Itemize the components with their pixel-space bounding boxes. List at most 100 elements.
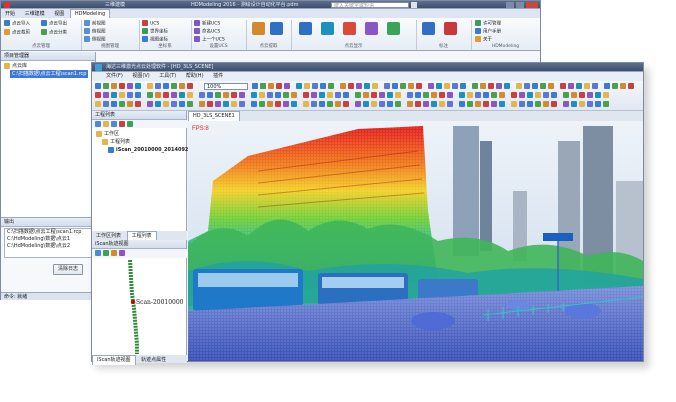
tree-node-workspace[interactable]: 工作区	[96, 130, 119, 138]
toolbar-button[interactable]	[560, 83, 566, 89]
toolbar-button[interactable]	[467, 92, 473, 98]
toolbar-button[interactable]	[431, 92, 437, 98]
toolbar-button[interactable]	[363, 92, 369, 98]
toolbar-button[interactable]	[187, 92, 193, 98]
tab-trajectory-view[interactable]: iScan轨迹视图	[92, 355, 136, 365]
toolbar-button[interactable]	[395, 101, 401, 107]
toolbar-button[interactable]	[387, 92, 393, 98]
toolbar-button[interactable]	[179, 101, 185, 107]
toolbar-button[interactable]	[311, 101, 317, 107]
tab-trajectory-props[interactable]: 轨迹点属性	[137, 356, 170, 365]
toolbar-button[interactable]	[311, 92, 317, 98]
toolbar-button[interactable]	[267, 92, 273, 98]
trajectory-map[interactable]: Scan-20010000	[92, 258, 187, 355]
ribbon-item[interactable]: 世界坐标	[142, 28, 168, 36]
toolbar-button[interactable]	[259, 101, 265, 107]
toolbar-button[interactable]	[415, 101, 421, 107]
menu-help[interactable]: 帮助(H)	[182, 72, 208, 81]
ribbon-item[interactable]: 新建UCS	[194, 20, 220, 28]
tree-node-projects[interactable]: 工程列表	[102, 138, 130, 146]
toolbar-button[interactable]	[436, 83, 442, 89]
extract-icon[interactable]	[252, 22, 265, 35]
toolbar-button[interactable]	[127, 83, 133, 89]
toolbar-button[interactable]	[135, 83, 141, 89]
toolbar-button[interactable]	[284, 83, 290, 89]
toolbar-button[interactable]	[127, 92, 133, 98]
toolbar-button[interactable]	[387, 101, 393, 107]
toolbar-button[interactable]	[363, 101, 369, 107]
toolbar-button[interactable]	[364, 83, 370, 89]
toolbar-button[interactable]	[275, 92, 281, 98]
toolbar-button[interactable]	[155, 83, 161, 89]
toolbar-button[interactable]	[563, 101, 569, 107]
toolbar-button[interactable]	[251, 92, 257, 98]
toolbar-button[interactable]	[475, 101, 481, 107]
toolbar-button[interactable]	[268, 83, 274, 89]
ribbon-item[interactable]: 点云导入	[4, 20, 30, 28]
toolbar-button[interactable]	[147, 101, 153, 107]
toolbar-button[interactable]	[111, 92, 117, 98]
toolbar-button[interactable]	[171, 83, 177, 89]
toolbar-button[interactable]	[480, 83, 486, 89]
toolbar-button[interactable]	[408, 83, 414, 89]
toolbar-button[interactable]	[595, 101, 601, 107]
toolbar-button[interactable]	[215, 92, 221, 98]
ribbon-item[interactable]: 点云分类	[41, 29, 67, 37]
toolbar-button[interactable]	[207, 92, 213, 98]
toolbar-button[interactable]	[103, 92, 109, 98]
tree-node-scan[interactable]: iScan_20010000_2014092	[108, 146, 188, 154]
toolbar-button[interactable]	[392, 83, 398, 89]
ribbon-item[interactable]: 关于	[475, 36, 492, 44]
ribbon-item[interactable]: 命名UCS	[194, 28, 220, 36]
toolbar-button[interactable]	[231, 92, 237, 98]
toolbar-button[interactable]	[415, 92, 421, 98]
toolbar-button[interactable]	[328, 83, 334, 89]
toolbar-button[interactable]	[563, 92, 569, 98]
toolbar-button[interactable]	[551, 101, 557, 107]
toolbar-button[interactable]	[491, 92, 497, 98]
toolbar-button[interactable]	[423, 92, 429, 98]
menu-file[interactable]: 文件(F)	[102, 72, 127, 81]
toolbar-button[interactable]	[604, 83, 610, 89]
toolbar-button[interactable]	[283, 92, 289, 98]
toolbar-button[interactable]	[179, 92, 185, 98]
toolbar-button[interactable]	[111, 83, 117, 89]
layer-icon[interactable]	[387, 22, 400, 35]
toolbar-button[interactable]	[371, 92, 377, 98]
toolbar-button[interactable]	[275, 101, 281, 107]
toolbar-button[interactable]	[199, 101, 205, 107]
ribbon-item[interactable]: 点云裁剪	[4, 29, 30, 37]
toolbar-button[interactable]	[163, 92, 169, 98]
toolbar-button[interactable]	[472, 83, 478, 89]
toolbar-button[interactable]	[135, 92, 141, 98]
toolbar-button[interactable]	[428, 83, 434, 89]
toolbar-button[interactable]	[423, 101, 429, 107]
toolbar-button[interactable]	[199, 92, 205, 98]
toolbar-button[interactable]	[491, 101, 497, 107]
toolbar-button[interactable]	[348, 83, 354, 89]
toolbar-button[interactable]	[327, 92, 333, 98]
toolbar-button[interactable]	[251, 101, 257, 107]
toolbar-button[interactable]	[504, 83, 510, 89]
toolbar-button[interactable]	[147, 92, 153, 98]
toolbar-button[interactable]	[304, 83, 310, 89]
toolbar-button[interactable]	[548, 83, 554, 89]
toolbar-button[interactable]	[488, 83, 494, 89]
move-icon[interactable]	[299, 22, 312, 35]
clear-log-button[interactable]: 清除日志	[53, 264, 83, 275]
toolbar-button[interactable]	[628, 83, 634, 89]
toolbar-button[interactable]	[592, 83, 598, 89]
ribbon-item[interactable]: 用户手册	[475, 28, 501, 36]
toolbar-button[interactable]	[327, 101, 333, 107]
intensity-icon[interactable]	[365, 22, 378, 35]
toolbar-button[interactable]	[343, 101, 349, 107]
delete-icon[interactable]	[119, 121, 125, 127]
toolbar-button[interactable]	[584, 83, 590, 89]
toolbar-button[interactable]	[543, 92, 549, 98]
toolbar-button[interactable]	[459, 92, 465, 98]
toolbar-button[interactable]	[223, 101, 229, 107]
toolbar-button[interactable]	[475, 92, 481, 98]
toolbar-button[interactable]	[119, 101, 125, 107]
toolbar-button[interactable]	[576, 83, 582, 89]
toolbar-button[interactable]	[103, 83, 109, 89]
